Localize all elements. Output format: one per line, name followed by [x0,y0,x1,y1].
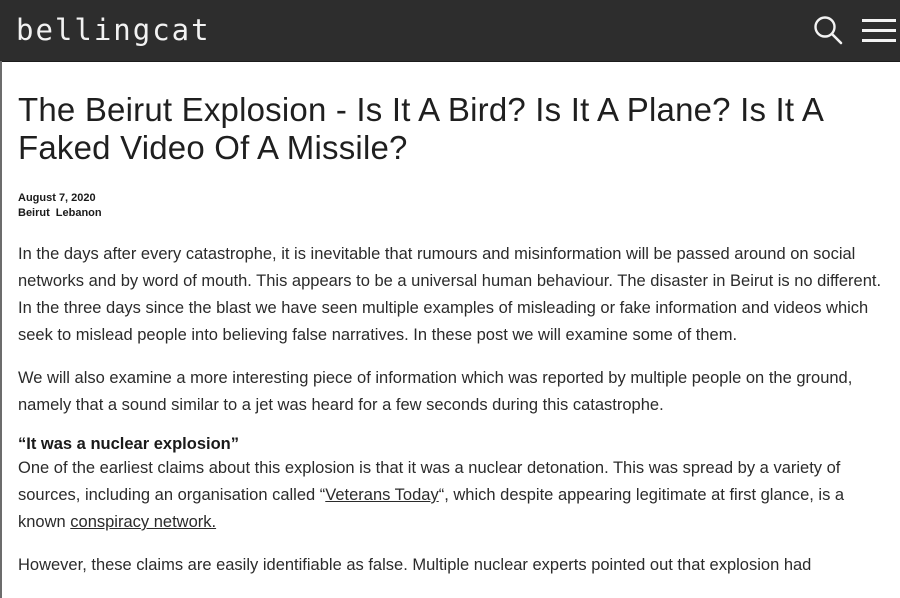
paragraph-intro: In the days after every catastrophe, it … [18,245,882,344]
link-veterans-today[interactable]: Veterans Today [325,486,438,504]
article-title: The Beirut Explosion - Is It A Bird? Is … [18,91,823,166]
bellingcat-logo[interactable]: bellingcat [16,12,211,48]
article-date: August 7, 2020 [18,192,96,204]
site-header: bellingcat [0,0,900,62]
search-icon[interactable] [812,14,844,46]
article: The Beirut Explosion - Is It A Bird? Is … [18,61,896,579]
article-tags: Beirut Lebanon [18,206,896,221]
paragraph-jet-sound: We will also examine a more interesting … [18,369,853,414]
article-meta: August 7, 2020 Beirut Lebanon [18,191,896,221]
tag-beirut[interactable]: Beirut [18,207,50,219]
section-heading-nuclear: “It was a nuclear explosion” [18,435,239,453]
link-conspiracy-network[interactable]: conspiracy network. [70,513,216,531]
paragraph-nuclear-claim: One of the earliest claims about this ex… [18,455,896,536]
paragraph-false-claims: However, these claims are easily identif… [18,556,812,574]
article-body: In the days after every catastrophe, it … [18,241,896,579]
page-edge-divider [0,61,2,598]
hamburger-menu-icon[interactable] [862,17,896,45]
tag-lebanon[interactable]: Lebanon [56,207,102,219]
